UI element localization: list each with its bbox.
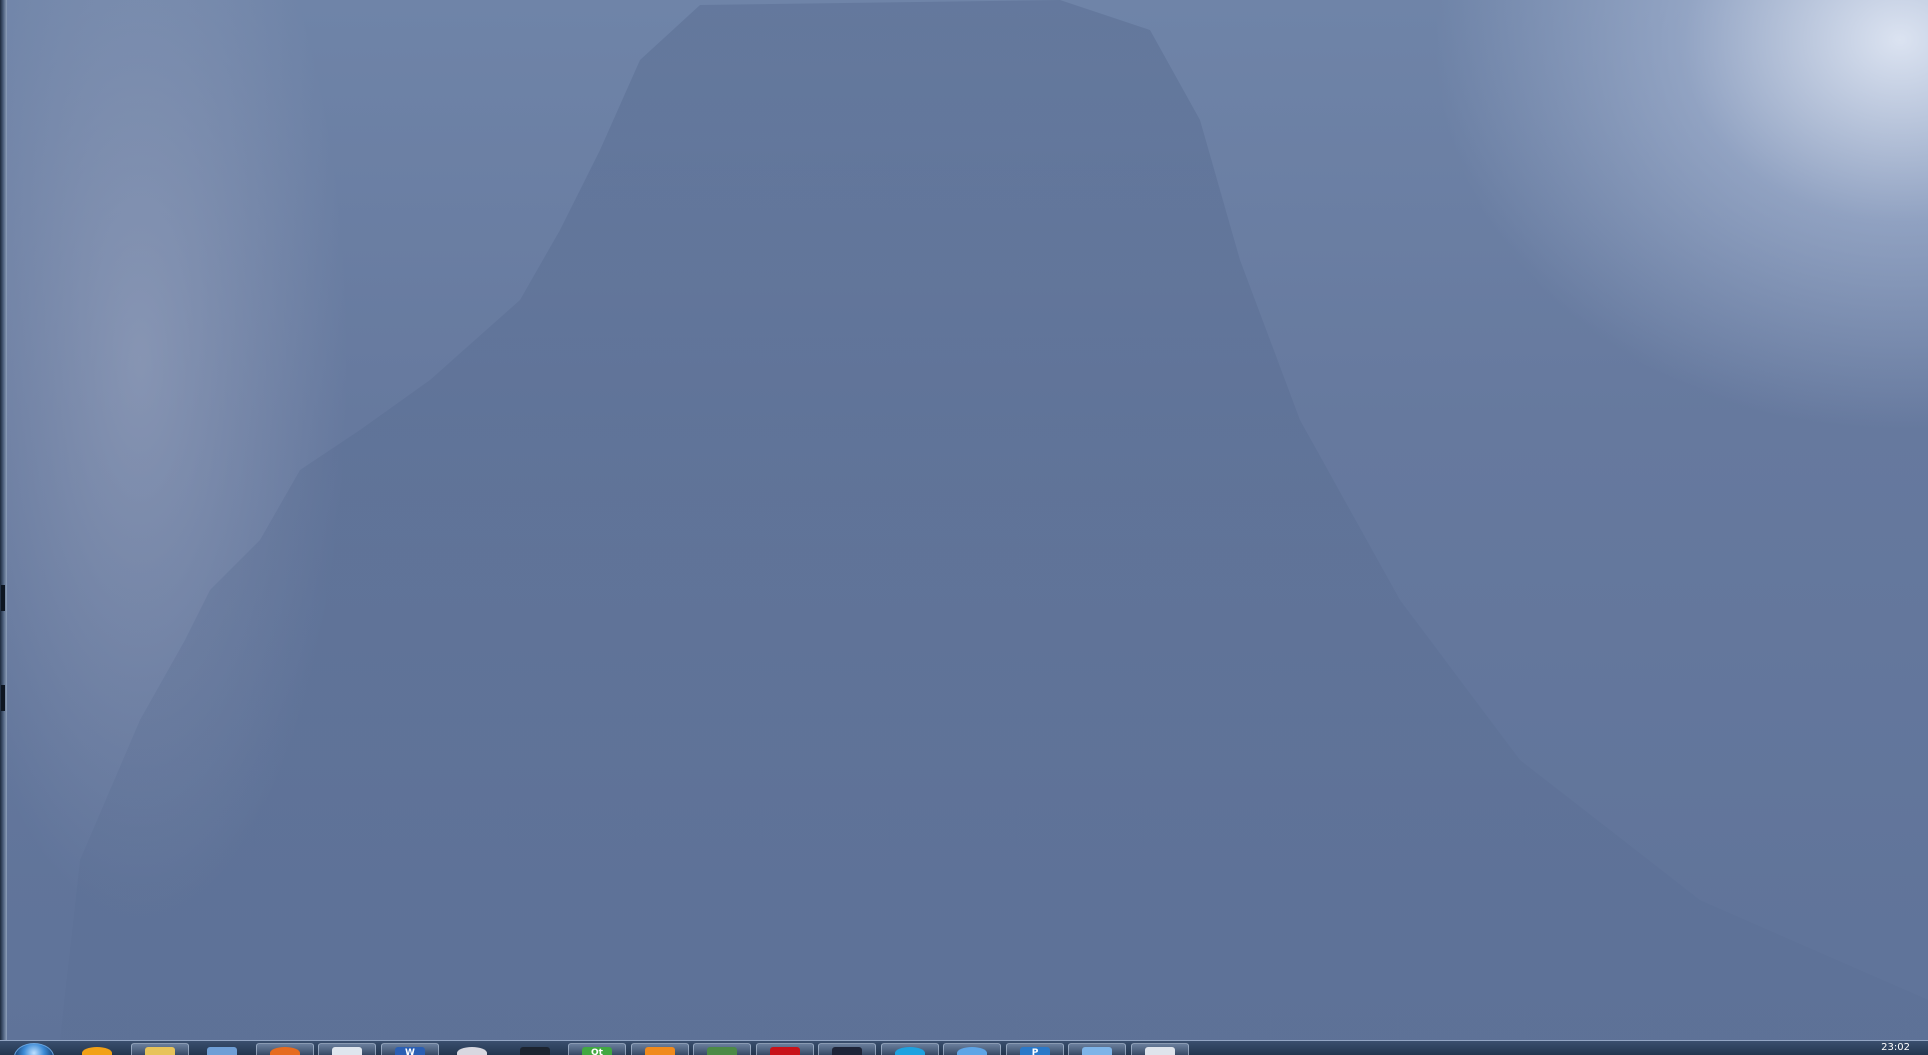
taskbar-button-photoshop[interactable]: P — [1006, 1043, 1064, 1055]
taskbar-button-mail[interactable] — [1068, 1043, 1126, 1055]
taskbar: W Qt P 23:02 — [0, 1040, 1928, 1055]
taskbar-button-terminal[interactable] — [818, 1043, 876, 1055]
photoshop-icon: P — [1020, 1047, 1050, 1055]
taskbar-button-window[interactable] — [1131, 1043, 1189, 1055]
vlc-cone-icon — [645, 1047, 675, 1055]
start-button[interactable] — [14, 1043, 54, 1055]
taskbar-button-windows-explorer[interactable] — [131, 1043, 189, 1055]
terminal-icon — [832, 1047, 862, 1055]
desktop[interactable]: W Qt P 23:02 — [0, 0, 1928, 1055]
taskbar-button-pen-tool[interactable] — [506, 1043, 564, 1055]
itunes-icon — [457, 1047, 487, 1055]
pen-icon — [520, 1047, 550, 1055]
folder-document-icon — [207, 1047, 237, 1055]
notepad-icon — [332, 1047, 362, 1055]
spreadsheet-icon — [707, 1047, 737, 1055]
taskbar-button-document-folder[interactable] — [193, 1043, 251, 1055]
taskbar-button-internet-explorer[interactable] — [68, 1043, 126, 1055]
folder-icon — [145, 1047, 175, 1055]
window-icon — [1145, 1047, 1175, 1055]
taskbar-button-itunes[interactable] — [443, 1043, 501, 1055]
taskbar-button-skype[interactable] — [881, 1043, 939, 1055]
clock-time[interactable]: 23:02 — [1881, 1042, 1910, 1054]
taskbar-button-messenger[interactable] — [943, 1043, 1001, 1055]
qt-icon: Qt — [582, 1047, 612, 1055]
messenger-icon — [957, 1047, 987, 1055]
wallpaper-mountain — [60, 0, 1928, 1040]
taskbar-button-firefox[interactable] — [256, 1043, 314, 1055]
firefox-icon — [270, 1047, 300, 1055]
taskbar-button-word[interactable]: W — [381, 1043, 439, 1055]
internet-explorer-icon — [82, 1047, 112, 1055]
taskbar-button-vlc[interactable] — [631, 1043, 689, 1055]
taskbar-button-pdf-reader[interactable] — [756, 1043, 814, 1055]
window-edge[interactable] — [0, 0, 7, 1040]
window-edge-grip[interactable] — [1, 685, 5, 711]
taskbar-button-qt-creator[interactable]: Qt — [568, 1043, 626, 1055]
taskbar-button-notepad[interactable] — [318, 1043, 376, 1055]
word-icon: W — [395, 1047, 425, 1055]
window-edge-grip[interactable] — [1, 585, 5, 611]
pdf-icon — [770, 1047, 800, 1055]
taskbar-button-spreadsheet[interactable] — [693, 1043, 751, 1055]
skype-icon — [895, 1047, 925, 1055]
mail-icon — [1082, 1047, 1112, 1055]
